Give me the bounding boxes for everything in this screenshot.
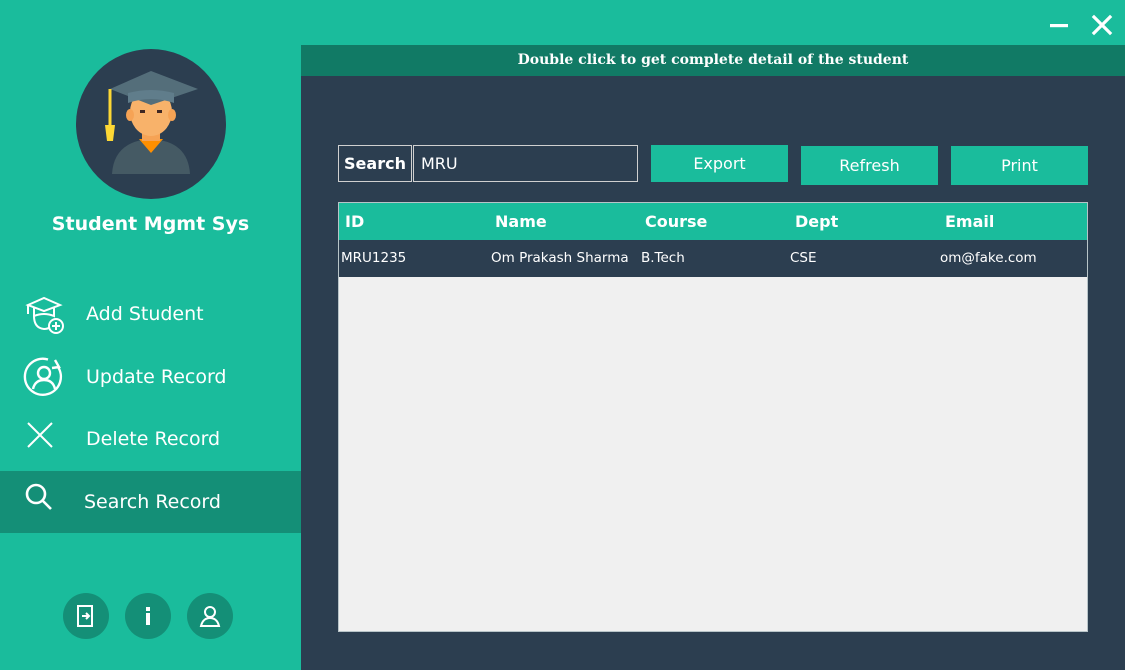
column-header-email[interactable]: Email <box>945 203 994 240</box>
sidebar-item-delete-record[interactable]: Delete Record <box>0 408 301 470</box>
close-icon <box>1091 14 1113 36</box>
logout-icon <box>77 605 93 627</box>
student-table[interactable]: ID Name Course Dept Email MRU1235 Om Pra… <box>338 202 1088 632</box>
update-record-icon <box>22 355 66 399</box>
search-input[interactable] <box>413 145 638 182</box>
info-banner: Double click to get complete detail of t… <box>301 45 1125 76</box>
add-student-icon <box>22 292 66 336</box>
info-button[interactable] <box>125 593 171 639</box>
refresh-button[interactable]: Refresh <box>801 146 938 185</box>
print-button[interactable]: Print <box>951 146 1088 185</box>
sidebar: Student Mgmt Sys Add Student Update Reco… <box>0 0 301 670</box>
sidebar-item-label: Update Record <box>86 366 227 388</box>
close-button[interactable] <box>1089 12 1115 38</box>
user-button[interactable] <box>187 593 233 639</box>
student-avatar <box>76 49 226 199</box>
main-panel: Double click to get complete detail of t… <box>301 45 1125 670</box>
sidebar-item-search-record[interactable]: Search Record <box>0 471 301 533</box>
export-button[interactable]: Export <box>651 145 788 182</box>
cell-email: om@fake.com <box>940 250 1037 266</box>
minimize-icon <box>1050 24 1068 28</box>
cell-name: Om Prakash Sharma <box>491 250 629 266</box>
sidebar-item-update-record[interactable]: Update Record <box>0 346 301 408</box>
sidebar-item-label: Delete Record <box>86 428 221 450</box>
column-header-id[interactable]: ID <box>345 203 364 240</box>
column-header-dept[interactable]: Dept <box>795 203 838 240</box>
user-icon <box>199 606 221 627</box>
info-icon <box>146 607 150 625</box>
cell-id: MRU1235 <box>341 250 407 266</box>
cell-dept: CSE <box>790 250 817 266</box>
cell-course: B.Tech <box>641 250 685 266</box>
table-row[interactable]: MRU1235 Om Prakash Sharma B.Tech CSE om@… <box>339 240 1087 277</box>
search-label: Search <box>338 145 412 182</box>
logout-button[interactable] <box>63 593 109 639</box>
search-icon <box>22 480 66 524</box>
column-header-name[interactable]: Name <box>495 203 547 240</box>
sidebar-item-label: Add Student <box>86 303 204 325</box>
delete-record-icon <box>22 417 66 461</box>
app-title: Student Mgmt Sys <box>51 213 250 235</box>
table-header: ID Name Course Dept Email <box>339 203 1087 240</box>
sidebar-item-add-student[interactable]: Add Student <box>0 283 301 345</box>
graduate-icon <box>105 71 198 174</box>
column-header-course[interactable]: Course <box>645 203 707 240</box>
minimize-button[interactable] <box>1046 12 1072 38</box>
sidebar-item-label: Search Record <box>84 491 221 513</box>
